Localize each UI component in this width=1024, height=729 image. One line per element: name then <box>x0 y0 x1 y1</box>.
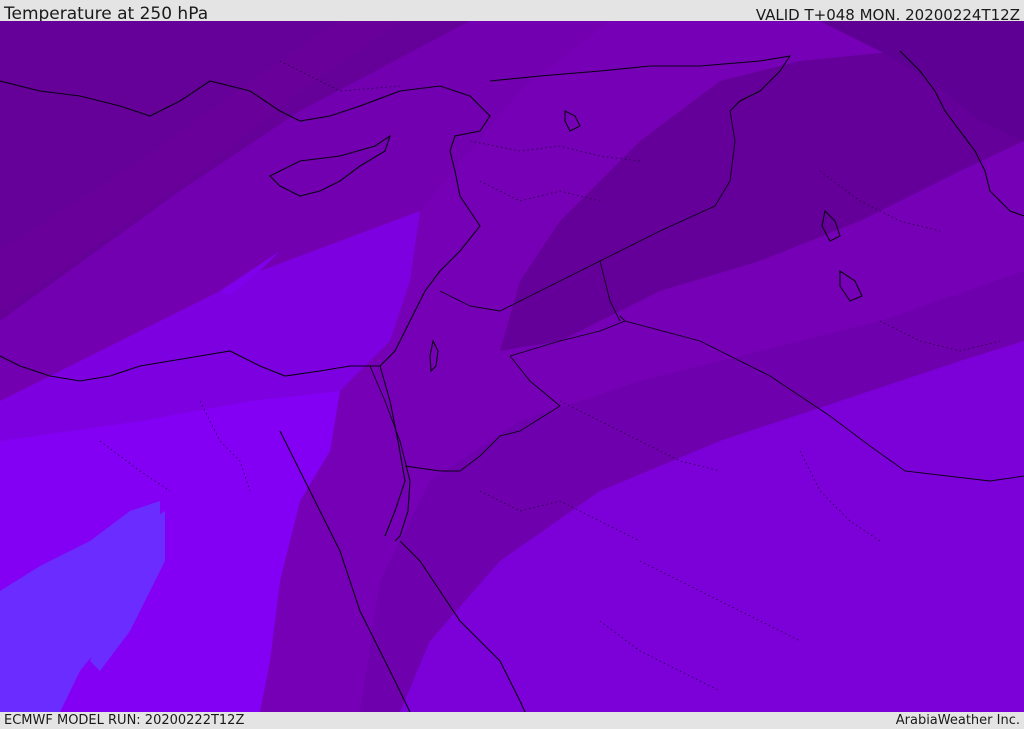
temperature-map[interactable] <box>0 21 1024 712</box>
credit-label: ArabiaWeather Inc. <box>895 713 1020 728</box>
map-header: Temperature at 250 hPa VALID T+048 MON. … <box>0 0 1024 24</box>
map-footer: ECMWF MODEL RUN: 20200222T12Z ArabiaWeat… <box>0 712 1024 729</box>
model-run-label: ECMWF MODEL RUN: 20200222T12Z <box>4 713 245 728</box>
